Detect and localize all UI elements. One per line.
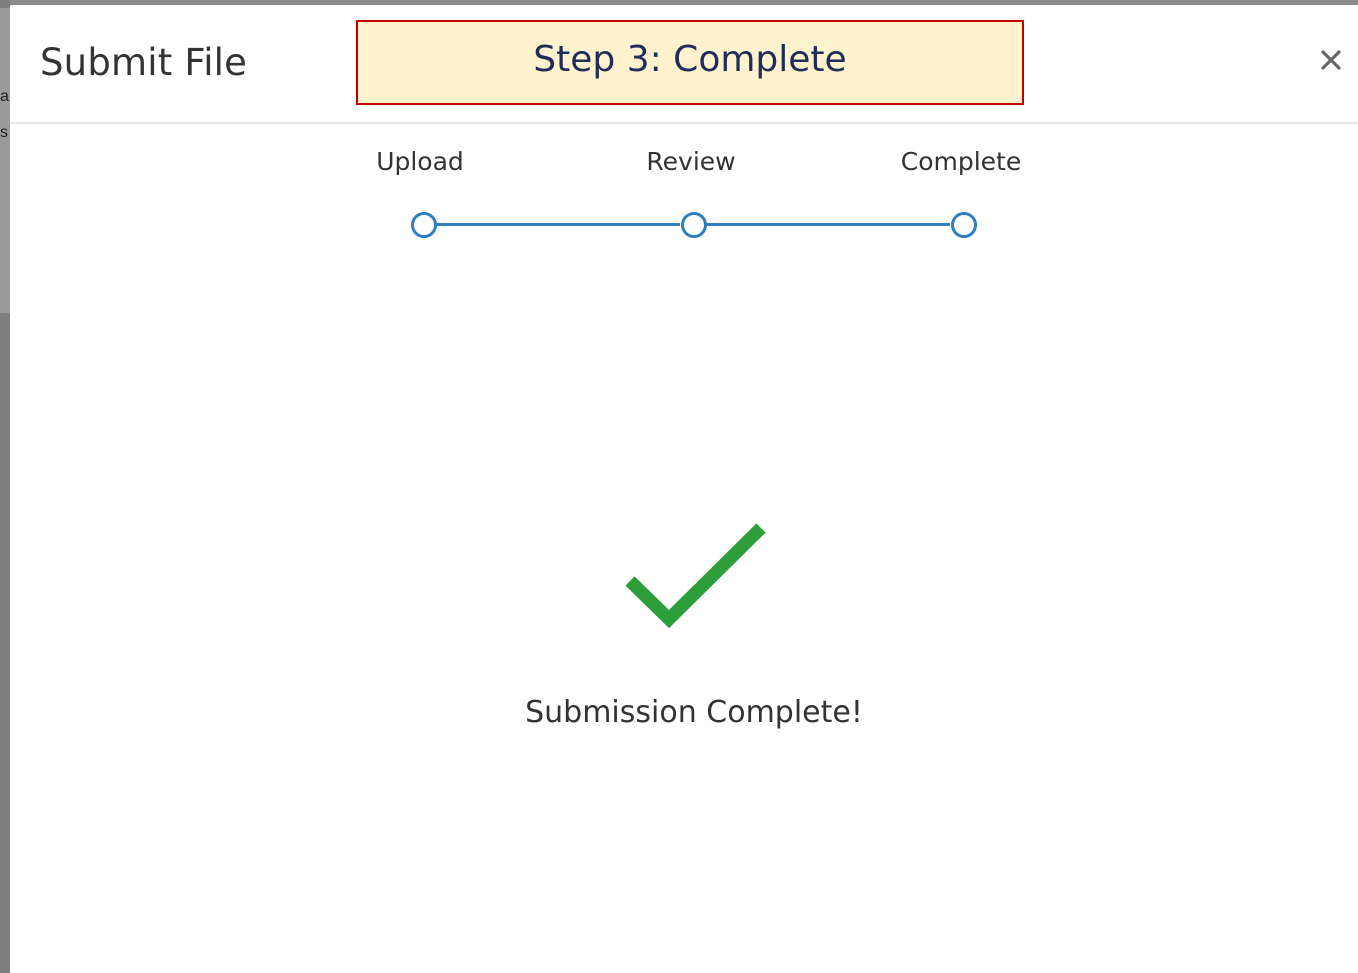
submit-file-dialog: Submit File Step 3: Complete Upload Revi… (10, 5, 1358, 973)
step-connector (434, 223, 680, 226)
checkmark-icon (625, 523, 766, 629)
background-text-fragment: a (0, 88, 9, 105)
step-label-complete: Complete (900, 147, 1022, 176)
step-label-upload: Upload (376, 147, 464, 176)
background-text-fragment: s (0, 124, 8, 141)
step-dot-complete[interactable] (951, 212, 977, 238)
step-dot-review[interactable] (681, 212, 707, 238)
background-page: a s (0, 0, 10, 973)
success-message: Submission Complete! (525, 695, 863, 730)
step-label-review: Review (646, 147, 736, 176)
background-panel (0, 8, 10, 313)
step-dot-upload[interactable] (411, 212, 437, 238)
progress-stepper: Upload Review Complete (10, 5, 1358, 265)
step-connector (705, 223, 950, 226)
